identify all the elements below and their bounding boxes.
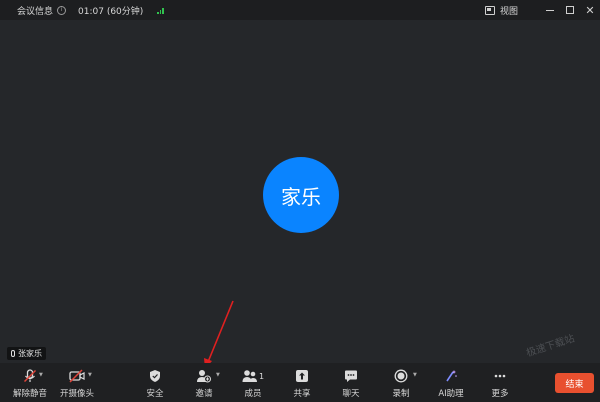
view-button[interactable]: 视图 [484,4,518,17]
record-button[interactable]: 录制 [384,363,418,402]
record-icon [394,369,408,383]
ai-assistant-button[interactable]: AI助理 [433,363,469,402]
invite-button[interactable]: 邀请 [187,363,221,402]
record-options-chevron-icon[interactable]: ▼ [413,372,417,378]
maximize-button[interactable] [560,0,580,20]
more-button[interactable]: 更多 [483,363,517,402]
title-bar: 会议信息 i 01:07 (60分钟) 视图 ✕ [0,0,600,20]
audio-options-chevron-icon[interactable]: ▼ [39,372,43,378]
chat-icon [344,369,358,383]
share-screen-icon [295,369,309,383]
minimize-button[interactable] [540,0,560,20]
meeting-duration: 01:07 (60分钟) [78,6,144,17]
mic-icon [11,350,15,357]
participant-name-tag: 张家乐 [7,347,46,360]
close-icon: ✕ [585,3,595,17]
members-button[interactable]: 1 成员 [236,363,270,402]
invite-options-chevron-icon[interactable]: ▼ [216,372,220,378]
share-button[interactable]: 共享 [285,363,319,402]
ai-sparkle-icon [444,369,458,383]
maximize-icon [566,6,574,14]
camera-label: 开摄像头 [59,389,94,399]
security-label: 安全 [146,389,164,399]
member-count: 1 [258,371,265,381]
participant-name: 张家乐 [18,349,42,358]
info-icon[interactable]: i [57,5,67,15]
unmute-button[interactable]: 解除静音 [8,363,52,402]
chat-label: 聊天 [342,389,360,399]
close-button[interactable]: ✕ [580,0,600,20]
members-icon: 1 [242,369,264,383]
share-label: 共享 [293,389,311,399]
participant-avatar: 家乐 [263,157,339,233]
end-meeting-button[interactable]: 结束 [555,373,594,393]
meeting-info-label[interactable]: 会议信息 [17,4,53,17]
security-button[interactable]: 安全 [138,363,172,402]
members-label: 成员 [244,389,262,399]
ai-assistant-label: AI助理 [438,389,464,399]
more-dots-icon [493,369,507,383]
minimize-icon [546,9,554,11]
video-options-chevron-icon[interactable]: ▼ [88,372,92,378]
record-label: 录制 [392,389,410,399]
mic-muted-icon [23,369,37,383]
signal-strength-icon [157,7,164,14]
shield-icon [149,369,161,383]
unmute-label: 解除静音 [12,389,47,399]
view-layout-icon [484,5,495,15]
invite-label: 邀请 [195,389,213,399]
start-camera-button[interactable]: 开摄像头 [55,363,99,402]
camera-off-icon [69,369,85,383]
add-user-icon [196,369,212,383]
more-label: 更多 [491,389,509,399]
chat-button[interactable]: 聊天 [334,363,368,402]
view-label: 视图 [499,6,518,17]
meeting-toolbar: 解除静音 ▼ 开摄像头 ▼ 安全 邀请 ▼ 1 成员 共享 聊天 录制 ▼ AI… [0,363,600,402]
